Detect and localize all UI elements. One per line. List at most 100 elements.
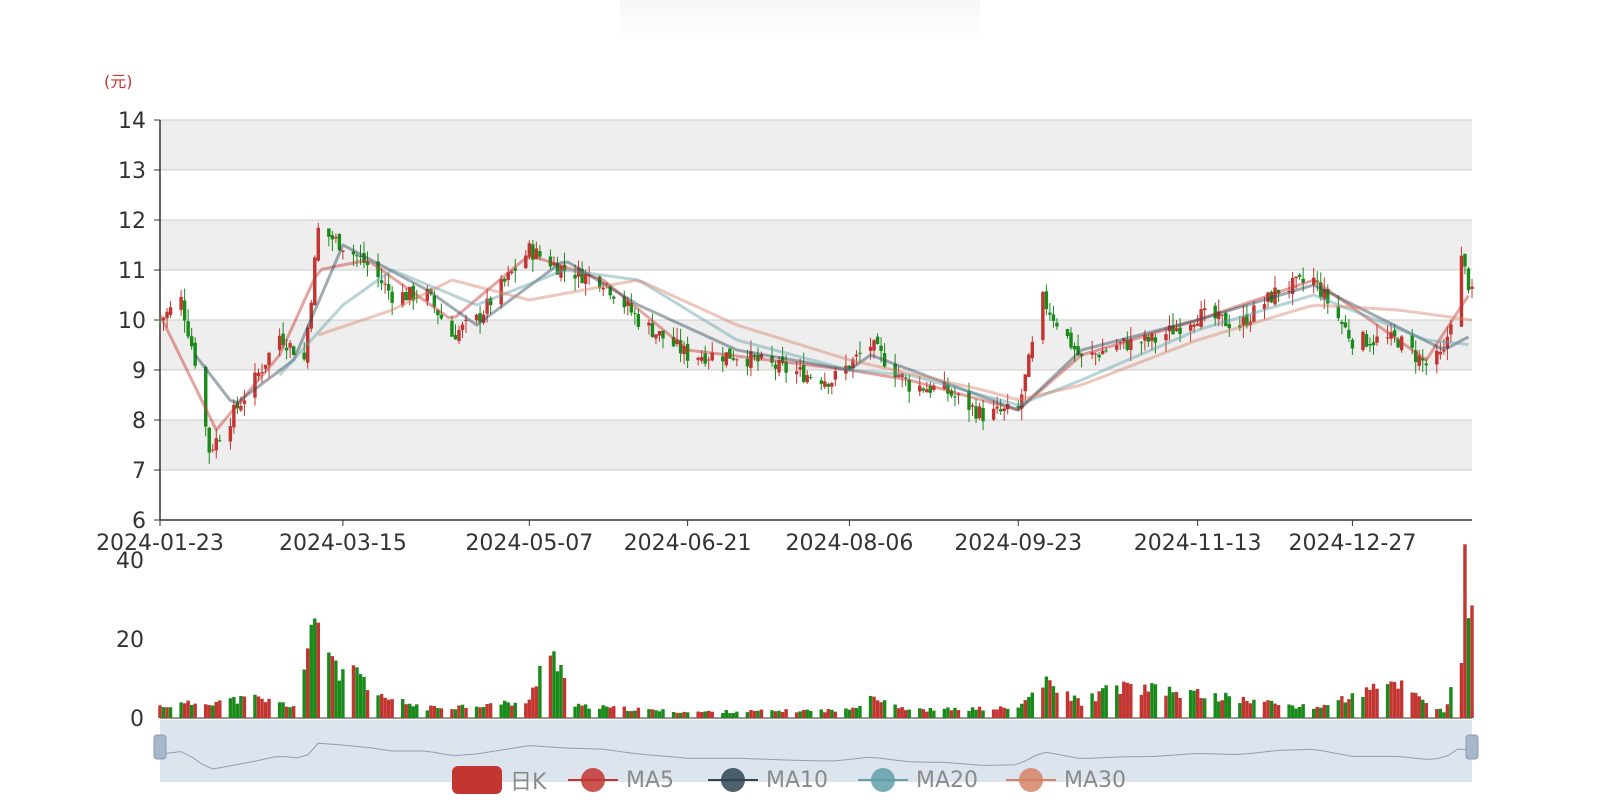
candle: [974, 406, 978, 419]
volume-bar: [932, 710, 936, 718]
volume-bar: [707, 710, 711, 718]
volume-bar: [685, 712, 690, 718]
volume-bar: [559, 664, 563, 718]
volume-bar: [439, 708, 444, 718]
volume-bar: [949, 710, 954, 718]
volume-bar: [1051, 686, 1056, 718]
legend-label-ma30: MA30: [1064, 767, 1127, 793]
volume-bar: [1414, 692, 1418, 718]
candle: [386, 284, 391, 291]
volume-bar: [179, 702, 183, 718]
candle: [211, 449, 215, 451]
candle: [1002, 408, 1006, 412]
volume-bar: [531, 687, 535, 718]
volume-bar: [731, 713, 736, 718]
candle: [1069, 332, 1073, 348]
candle: [773, 364, 778, 369]
volume-bar: [253, 694, 257, 718]
volume-bar: [341, 669, 345, 718]
volume-bar: [510, 705, 514, 718]
volume-bar: [699, 712, 704, 718]
volume-bar: [1188, 690, 1193, 718]
volume-bar: [977, 706, 982, 718]
zoom-handle-right[interactable]: [1465, 734, 1479, 760]
y-tick-label: 10: [118, 309, 146, 334]
volume-bar: [1153, 684, 1158, 718]
volume-bar: [657, 711, 662, 718]
volume-bar: [1192, 690, 1196, 718]
volume-bar: [622, 706, 627, 718]
y-tick-label: 11: [118, 259, 146, 284]
volume-bar: [1213, 693, 1217, 718]
volume-bar: [193, 703, 197, 718]
candle: [1438, 351, 1443, 355]
volume-bar: [1115, 685, 1119, 718]
legend-item-ma20[interactable]: MA20: [858, 760, 978, 800]
candle: [239, 405, 243, 411]
volume-bar: [235, 703, 240, 718]
volume-bar: [386, 699, 391, 718]
legend-item-ma10[interactable]: MA10: [708, 760, 828, 800]
volume-bar: [460, 704, 465, 718]
candle: [1435, 350, 1439, 365]
volume-bar: [1273, 703, 1277, 718]
volume-bar: [809, 710, 813, 718]
volume-bar: [1424, 703, 1428, 718]
volume-bar: [1129, 683, 1133, 718]
candle: [872, 340, 876, 351]
volume-bar: [654, 710, 658, 718]
volume-bar: [1224, 692, 1228, 718]
candle: [1347, 329, 1351, 339]
kline-chart[interactable]: 678910111213142024-01-23 2024-03-15 2024-0…: [0, 0, 1600, 800]
volume-bar: [745, 712, 750, 718]
legend-item-ma5[interactable]: MA5: [568, 760, 674, 800]
volume-bar: [1167, 686, 1172, 718]
volume-bar: [1020, 703, 1024, 718]
candle: [527, 243, 532, 257]
volume-bar: [1438, 708, 1443, 718]
candle: [1139, 342, 1144, 344]
candle: [404, 292, 408, 301]
legend-item-k[interactable]: 日K: [452, 760, 546, 800]
volume-bar: [868, 695, 873, 718]
volume-bar: [1336, 700, 1341, 718]
volume-bar: [1470, 605, 1474, 718]
volume-bar: [400, 699, 405, 718]
candle: [284, 347, 289, 351]
candle: [1202, 308, 1207, 311]
volume-bar: [1199, 698, 1203, 718]
legend-item-ma30[interactable]: MA30: [1006, 760, 1126, 800]
volume-bar: [306, 648, 310, 718]
volume-bar: [1104, 685, 1108, 718]
volume-bar: [847, 709, 852, 718]
candle: [453, 334, 458, 340]
volume-tick-label: 40: [116, 549, 144, 574]
legend-k-swatch: [452, 766, 502, 794]
volume-bar: [239, 696, 243, 718]
candle: [657, 331, 662, 336]
volume-bar: [1002, 707, 1006, 718]
volume-bar: [1241, 696, 1246, 718]
volume-bar: [1023, 700, 1028, 718]
candle: [1097, 354, 1101, 358]
volume-bar: [1178, 697, 1182, 718]
candle: [1178, 327, 1182, 335]
candle: [267, 352, 271, 366]
volume-bar: [1252, 699, 1256, 718]
candle: [977, 406, 982, 419]
volume-bar: [211, 705, 215, 718]
volume-bar: [854, 708, 859, 718]
candle: [879, 345, 883, 351]
candle: [288, 342, 292, 348]
volume-bar: [703, 711, 707, 718]
candle: [179, 296, 183, 310]
legend-label-k: 日K: [510, 770, 547, 795]
volume-bar: [728, 713, 732, 718]
volume-bar: [858, 705, 862, 718]
zoom-handle-left[interactable]: [153, 734, 167, 760]
candle: [383, 283, 387, 285]
candle: [439, 314, 444, 319]
volume-bar: [1417, 696, 1421, 718]
volume-bar: [513, 702, 517, 718]
volume-bar: [805, 709, 809, 718]
